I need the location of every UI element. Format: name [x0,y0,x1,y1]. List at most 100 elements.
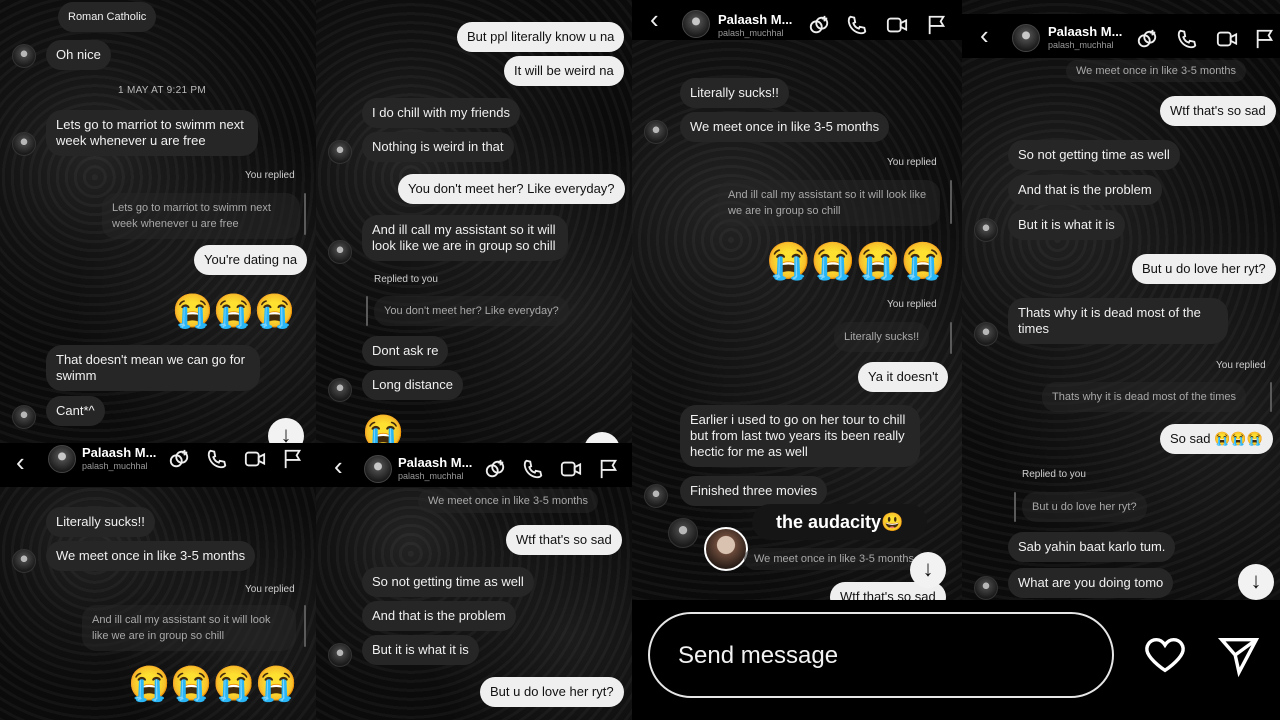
message-bubble[interactable]: Lets go to marriot to swimm next week wh… [46,110,258,156]
emoji-message[interactable]: 😭😭😭😭 [128,665,297,703]
video-icon[interactable] [1216,28,1238,50]
message-bubble[interactable]: Roman Catholic [58,2,157,32]
message-bubble[interactable]: You're dating na [194,245,308,275]
message-bubble[interactable]: Wtf that's so sad [506,525,622,555]
quoted-message[interactable]: You don't meet her? Like everyday? [374,296,569,326]
message-input[interactable]: Send message [648,612,1114,698]
message-bubble[interactable]: Literally sucks!! [46,507,155,537]
avatar[interactable] [12,405,36,429]
quoted-message[interactable]: Lets go to marriot to swimm next week wh… [102,193,300,239]
back-icon[interactable]: ‹ [16,447,25,478]
phone-icon[interactable] [206,448,228,470]
quoted-message[interactable]: But u do love her ryt? [1022,492,1147,522]
quoted-message[interactable]: We meet once in like 3-5 months [1066,60,1246,82]
back-icon[interactable]: ‹ [650,4,659,35]
message-bubble[interactable]: It will be weird na [504,56,624,86]
message-bubble[interactable]: But u do love her ryt? [1132,254,1276,284]
avatar[interactable] [974,322,998,346]
link-icon[interactable] [484,458,506,480]
avatar[interactable] [48,445,76,473]
message-bubble[interactable]: Sab yahin baat karlo tum. [1008,532,1176,562]
avatar[interactable] [12,132,36,156]
message-bubble[interactable]: So sad 😭😭😭 [1160,424,1273,454]
avatar[interactable] [644,484,668,508]
avatar[interactable] [364,455,392,483]
link-icon[interactable] [1136,28,1158,50]
message-bubble[interactable]: So not getting time as well [1008,140,1180,170]
link-icon[interactable] [168,448,190,470]
profile-name[interactable]: Palaash M... [718,12,792,27]
heart-icon[interactable] [1142,632,1188,678]
quoted-message[interactable]: We meet once in like 3-5 months [418,489,598,513]
flag-icon[interactable] [598,458,620,480]
flag-icon[interactable] [282,448,304,470]
avatar[interactable] [12,44,36,68]
quoted-message[interactable]: We meet once in like 3-5 months [744,548,924,570]
message-bubble[interactable]: So not getting time as well [362,567,534,597]
scroll-down-button[interactable]: ↓ [1238,564,1274,600]
message-bubble[interactable]: That doesn't mean we can go for swimm [46,345,260,391]
emoji-message[interactable]: 😭 [362,414,404,443]
video-icon[interactable] [244,448,266,470]
message-bubble[interactable]: And that is the problem [362,601,516,631]
message-bubble[interactable]: Earlier i used to go on her tour to chil… [680,405,920,467]
profile-name[interactable]: Palaash M... [398,455,472,470]
scroll-down-button[interactable]: ↓ [910,552,946,588]
profile-username: palash_muchhal [1048,40,1114,50]
quoted-message[interactable]: And ill call my assistant so it will loo… [718,180,940,226]
profile-name[interactable]: Palaash M... [1048,24,1122,39]
message-bubble[interactable]: We meet once in like 3-5 months [680,112,890,142]
avatar[interactable] [974,576,998,600]
scroll-down-button[interactable]: ↓ [268,418,304,443]
message-bubble[interactable]: Ya it doesn't [858,362,949,392]
avatar[interactable] [974,218,998,242]
message-bubble[interactable]: Literally sucks!! [680,78,789,108]
message-bubble[interactable]: And ill call my assistant so it will loo… [362,215,568,261]
avatar[interactable] [644,120,668,144]
scroll-down-button[interactable]: ↓ [584,432,620,443]
message-bubble[interactable]: Wtf that's so sad [1160,96,1276,126]
message-bubble[interactable]: We meet once in like 3-5 months [46,541,256,571]
avatar[interactable] [328,643,352,667]
message-bubble[interactable]: But it is what it is [362,635,479,665]
avatar[interactable] [1012,24,1040,52]
link-icon[interactable] [808,14,830,36]
phone-icon[interactable] [522,458,544,480]
message-bubble[interactable]: Dont ask re [362,336,449,366]
message-bubble[interactable]: What are you doing tomo [1008,568,1174,598]
avatar[interactable] [328,140,352,164]
emoji-message[interactable]: 😭😭😭 [172,292,295,330]
quoted-message[interactable]: Thats why it is dead most of the times [1042,382,1247,412]
message-bubble[interactable]: Thats why it is dead most of the times [1008,298,1228,344]
message-bubble[interactable]: But ppl literally know u na [457,22,625,52]
quoted-message[interactable]: And ill call my assistant so it will loo… [82,605,296,651]
avatar[interactable] [328,378,352,402]
avatar[interactable] [668,518,698,548]
message-bubble[interactable]: But it is what it is [1008,210,1125,240]
back-icon[interactable]: ‹ [980,20,989,51]
avatar[interactable] [704,527,748,571]
message-bubble[interactable]: Finished three movies [680,476,828,506]
message-bubble[interactable]: You don't meet her? Like everyday? [398,174,625,204]
quoted-message[interactable]: Literally sucks!! [834,322,930,352]
video-icon[interactable] [886,14,908,36]
flag-icon[interactable] [1254,28,1276,50]
phone-icon[interactable] [1176,28,1198,50]
message-bubble[interactable]: Long distance [362,370,463,400]
profile-name[interactable]: Palaash M... [82,445,156,460]
back-icon[interactable]: ‹ [334,451,343,482]
message-bubble[interactable]: Oh nice [46,40,111,70]
message-bubble[interactable]: And that is the problem [1008,175,1162,205]
video-icon[interactable] [560,458,582,480]
avatar[interactable] [682,10,710,38]
send-icon[interactable] [1216,632,1262,678]
flag-icon[interactable] [926,14,948,36]
phone-icon[interactable] [846,14,868,36]
message-bubble[interactable]: Nothing is weird in that [362,132,514,162]
avatar[interactable] [12,549,36,573]
message-bubble[interactable]: Cant*^ [46,396,105,426]
message-bubble[interactable]: But u do love her ryt? [480,677,624,707]
emoji-message[interactable]: 😭😭😭😭 [766,242,945,280]
message-bubble[interactable]: I do chill with my friends [362,98,520,128]
avatar[interactable] [328,240,352,264]
